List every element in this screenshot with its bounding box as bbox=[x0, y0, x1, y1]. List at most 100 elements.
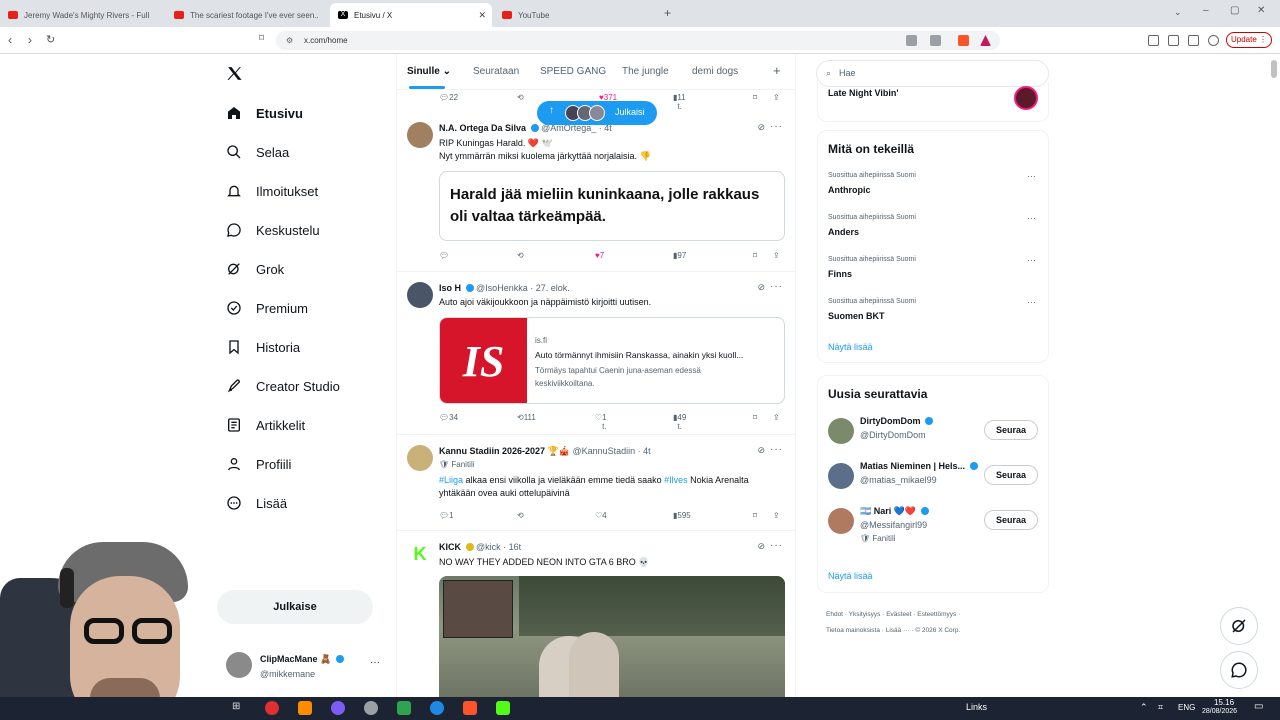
nav-item-selaa[interactable]: Selaa bbox=[226, 144, 289, 160]
tweet[interactable]: Kannu Stadiin 2026-2027 🏆🎪 @KannuStadiin… bbox=[397, 435, 795, 531]
avatar[interactable] bbox=[407, 122, 433, 148]
more-icon[interactable]: ··· bbox=[770, 540, 783, 551]
translate-icon[interactable] bbox=[906, 35, 917, 46]
url-field[interactable]: ⚙ x.com/home bbox=[276, 31, 1000, 50]
grok-icon[interactable]: ⊘ bbox=[757, 445, 765, 456]
retweet-button[interactable]: ⟲ 111 bbox=[517, 413, 536, 422]
views-count[interactable]: ▮ 49 t. bbox=[673, 413, 686, 431]
hashtag-link[interactable]: #Ilves bbox=[664, 475, 688, 485]
browser-tab-active[interactable]: X Etusivu / X ✕ bbox=[330, 3, 492, 27]
forward-icon[interactable]: › bbox=[28, 33, 32, 47]
new-tab-button[interactable]: + bbox=[664, 6, 671, 20]
edge-icon[interactable] bbox=[430, 701, 444, 715]
like-button[interactable]: ♥ 7 bbox=[595, 251, 604, 260]
footer-line[interactable]: Tietoa mainoksista · Lisää ··· · © 2026 … bbox=[826, 623, 1046, 639]
account-more-icon[interactable]: ··· bbox=[370, 657, 380, 668]
bookmark-icon[interactable]: ⌑ bbox=[753, 93, 757, 102]
grok-fab-button[interactable] bbox=[1220, 607, 1258, 645]
bookmark-icon[interactable]: ⌑ bbox=[753, 251, 757, 260]
nav-item-creator-studio[interactable]: Creator Studio bbox=[226, 378, 340, 394]
tweet-video-thumbnail[interactable] bbox=[439, 576, 785, 697]
brave-icon[interactable] bbox=[463, 701, 477, 715]
views-count[interactable]: ▮ 595 bbox=[673, 511, 691, 520]
minimize-button[interactable]: – bbox=[1203, 5, 1209, 16]
browser-tab[interactable]: YouTube bbox=[494, 3, 654, 27]
site-info-icon[interactable]: ⚙ bbox=[286, 31, 293, 50]
avatar[interactable] bbox=[407, 445, 433, 471]
close-window-button[interactable]: ✕ bbox=[1257, 5, 1265, 16]
language-indicator[interactable]: ENG bbox=[1178, 703, 1195, 712]
follow-button[interactable]: Seuraa bbox=[984, 510, 1038, 530]
tab-the-jungle[interactable]: The jungle bbox=[622, 66, 669, 77]
views-count[interactable]: ▮ 11 t. bbox=[673, 93, 686, 111]
retweet-button[interactable]: ⟲ bbox=[517, 251, 524, 260]
vpn-icon[interactable] bbox=[1208, 35, 1219, 46]
nav-item-lisää[interactable]: Lisää bbox=[226, 495, 287, 511]
follow-button[interactable]: Seuraa bbox=[984, 420, 1038, 440]
app-icon[interactable] bbox=[331, 701, 345, 715]
tweet[interactable]: N.A. Ortega Da Silva @AmOrtega_ · 4t ⊘ ·… bbox=[397, 110, 795, 272]
close-tab-icon[interactable]: ✕ bbox=[478, 10, 486, 21]
link-card[interactable]: IS is.fi Auto törmännyt ihmisiin Ranskas… bbox=[439, 317, 785, 404]
reload-icon[interactable]: ↻ bbox=[46, 33, 55, 46]
nav-item-grok[interactable]: Grok bbox=[226, 261, 284, 277]
reply-button[interactable]: 💬︎ 34 bbox=[439, 413, 458, 422]
show-more-link[interactable]: Näytä lisää bbox=[828, 571, 873, 581]
brave-shield-icon[interactable] bbox=[958, 35, 969, 46]
wallet-icon[interactable] bbox=[1168, 35, 1179, 46]
reply-button[interactable]: 💬︎ bbox=[439, 251, 449, 260]
tab-speed-gang[interactable]: SPEED GANG bbox=[540, 66, 606, 77]
more-icon[interactable]: ··· bbox=[1027, 255, 1036, 265]
share-icon[interactable]: ⇪ bbox=[773, 413, 780, 422]
like-button[interactable]: ♡ 4 bbox=[595, 511, 607, 520]
avatar[interactable] bbox=[828, 463, 854, 489]
back-icon[interactable]: ‹ bbox=[8, 33, 12, 47]
new-posts-pill[interactable]: ↑ Julkaisi bbox=[537, 101, 657, 125]
nav-item-profiili[interactable]: Profiili bbox=[226, 456, 291, 472]
nav-item-keskustelu[interactable]: Keskustelu bbox=[226, 222, 320, 238]
tab-demi-dogs[interactable]: demi dogs bbox=[692, 66, 738, 77]
nav-item-artikkelit[interactable]: Artikkelit bbox=[226, 417, 305, 433]
nav-item-premium[interactable]: Premium bbox=[226, 300, 308, 316]
spaces-card[interactable]: Late Night Vibin' bbox=[817, 82, 1049, 122]
sidebar-toggle-icon[interactable] bbox=[1148, 35, 1159, 46]
cast-icon[interactable] bbox=[930, 35, 941, 46]
add-tab-icon[interactable]: + bbox=[773, 63, 781, 78]
browser-tab[interactable]: Jeremy Wade's Mighty Rivers - Full E bbox=[0, 3, 160, 27]
links-toolbar[interactable]: Links bbox=[966, 702, 987, 712]
quote-image[interactable]: Harald jää mieliin kuninkaana, jolle rak… bbox=[439, 171, 785, 241]
reply-button[interactable]: 💬︎ 1 bbox=[439, 511, 454, 520]
grok-icon[interactable]: ⊘ bbox=[757, 122, 765, 133]
share-icon[interactable]: ⇪ bbox=[773, 93, 780, 102]
like-button[interactable]: ♡ 1 t. bbox=[595, 413, 607, 431]
share-icon[interactable]: ⇪ bbox=[773, 511, 780, 520]
share-icon[interactable]: ⇪ bbox=[773, 251, 780, 260]
tab-list-icon[interactable]: ⌄ bbox=[1174, 7, 1182, 18]
task-view-icon[interactable]: ⊞ bbox=[232, 701, 246, 715]
reply-button[interactable]: 💬︎ 22 bbox=[439, 93, 458, 102]
more-icon[interactable]: ··· bbox=[1027, 171, 1036, 181]
retweet-button[interactable]: ⟲ bbox=[517, 93, 524, 102]
more-icon[interactable]: ··· bbox=[770, 444, 783, 455]
nav-item-historia[interactable]: Historia bbox=[226, 339, 300, 355]
hashtag-link[interactable]: #Liiga bbox=[439, 475, 463, 485]
nav-item-ilmoitukset[interactable]: Ilmoitukset bbox=[226, 183, 318, 199]
bookmark-icon[interactable]: ⌑ bbox=[753, 511, 757, 520]
tab-sinulle[interactable]: Sinulle ⌄ bbox=[407, 66, 451, 77]
kick-logo-avatar[interactable]: K bbox=[407, 541, 433, 567]
clock-date[interactable]: 28/08/2026 bbox=[1202, 708, 1237, 715]
tab-seurataan[interactable]: Seurataan bbox=[473, 66, 519, 77]
avatar[interactable] bbox=[828, 418, 854, 444]
extensions-icon[interactable] bbox=[1188, 35, 1199, 46]
retweet-button[interactable]: ⟲ bbox=[517, 511, 524, 520]
clock-time[interactable]: 15.16 bbox=[1214, 698, 1234, 707]
app-icon[interactable] bbox=[397, 701, 411, 715]
tray-up-icon[interactable]: ⌃ bbox=[1140, 702, 1148, 713]
bookmark-page-icon[interactable]: ⌑ bbox=[259, 33, 264, 44]
footer-line[interactable]: Ehdot · Yksityisyys · Evästeet · Esteett… bbox=[826, 607, 1046, 623]
app-icon[interactable] bbox=[298, 701, 312, 715]
follow-button[interactable]: Seuraa bbox=[984, 465, 1038, 485]
show-more-link[interactable]: Näytä lisää bbox=[828, 342, 873, 352]
bookmark-icon[interactable]: ⌑ bbox=[753, 413, 757, 422]
grok-icon[interactable]: ⊘ bbox=[757, 282, 765, 293]
